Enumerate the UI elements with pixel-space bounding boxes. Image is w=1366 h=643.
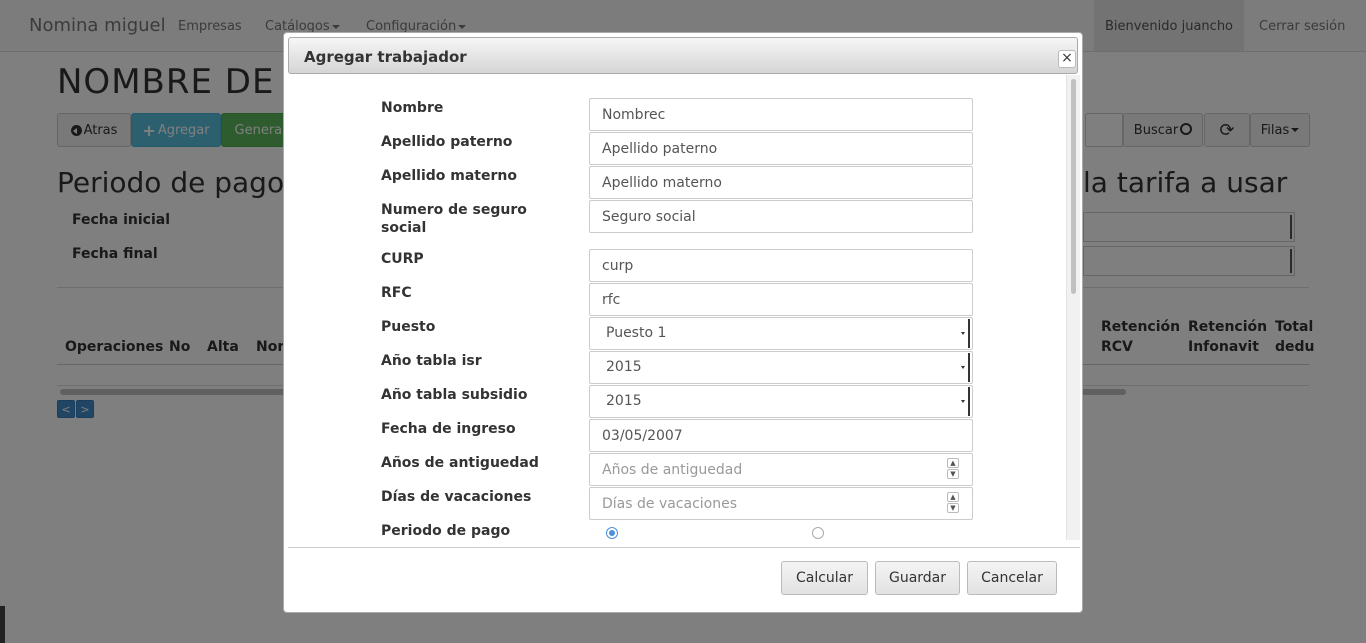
chevron-up-icon[interactable]: ▲ [947,492,959,502]
periodo-pago-radio-1[interactable] [606,527,618,539]
label-anio-subsidio: Año tabla subsidio [381,387,528,403]
dialog-body: Nombre Apellido paterno Apellido materno… [288,75,1080,546]
chevron-down-icon [958,319,970,348]
anio-subsidio-select[interactable]: 2015 [589,385,973,418]
label-curp: CURP [381,251,424,267]
rfc-input[interactable] [589,283,973,316]
chevron-up-icon[interactable]: ▲ [947,458,959,468]
scrollbar-thumb[interactable] [1071,79,1076,294]
vacaciones-input[interactable] [589,487,973,520]
anio-subsidio-select-value: 2015 [606,393,642,409]
curp-input[interactable] [589,249,973,282]
antiguedad-stepper[interactable]: ▲ ▼ [947,458,959,480]
apellido-materno-input[interactable] [589,166,973,199]
guardar-button[interactable]: Guardar [875,561,960,595]
chevron-down-icon [958,353,970,382]
anio-isr-select-value: 2015 [606,359,642,375]
label-rfc: RFC [381,285,412,301]
puesto-select[interactable]: Puesto 1 [589,317,973,350]
add-worker-dialog: Agregar trabajador × Nombre Apellido pat… [283,32,1083,613]
calcular-button[interactable]: Calcular [781,561,868,595]
label-periodo-pago: Periodo de pago [381,523,511,539]
chevron-down-icon [958,387,970,416]
apellido-paterno-input[interactable] [589,132,973,165]
label-fecha-ingreso: Fecha de ingreso [381,421,516,437]
antiguedad-input[interactable] [589,453,973,486]
label-anio-isr: Año tabla isr [381,353,482,369]
chevron-down-icon[interactable]: ▼ [947,503,959,513]
anio-isr-select[interactable]: 2015 [589,351,973,384]
cancelar-button[interactable]: Cancelar [967,561,1057,595]
dialog-title: Agregar trabajador [304,48,467,66]
label-puesto: Puesto [381,319,436,335]
label-antiguedad: Años de antiguedad [381,455,539,471]
chevron-down-icon[interactable]: ▼ [947,469,959,479]
nombre-input[interactable] [589,98,973,131]
label-apellido-materno: Apellido materno [381,168,517,184]
close-icon[interactable]: × [1058,50,1076,68]
periodo-pago-radio-2[interactable] [812,527,824,539]
dialog-footer-divider [288,547,1080,548]
label-seguro-social: Numero de seguro social [381,202,527,236]
label-vacaciones: Días de vacaciones [381,489,532,505]
puesto-select-value: Puesto 1 [606,325,667,341]
fecha-ingreso-input[interactable] [589,419,973,452]
label-nombre: Nombre [381,100,444,116]
corner-tab [0,606,5,643]
label-apellido-paterno: Apellido paterno [381,134,513,150]
seguro-social-input[interactable] [589,200,973,233]
dialog-titlebar[interactable]: Agregar trabajador × [288,37,1078,74]
vacaciones-stepper[interactable]: ▲ ▼ [947,492,959,514]
dialog-vertical-scrollbar[interactable] [1066,75,1080,540]
